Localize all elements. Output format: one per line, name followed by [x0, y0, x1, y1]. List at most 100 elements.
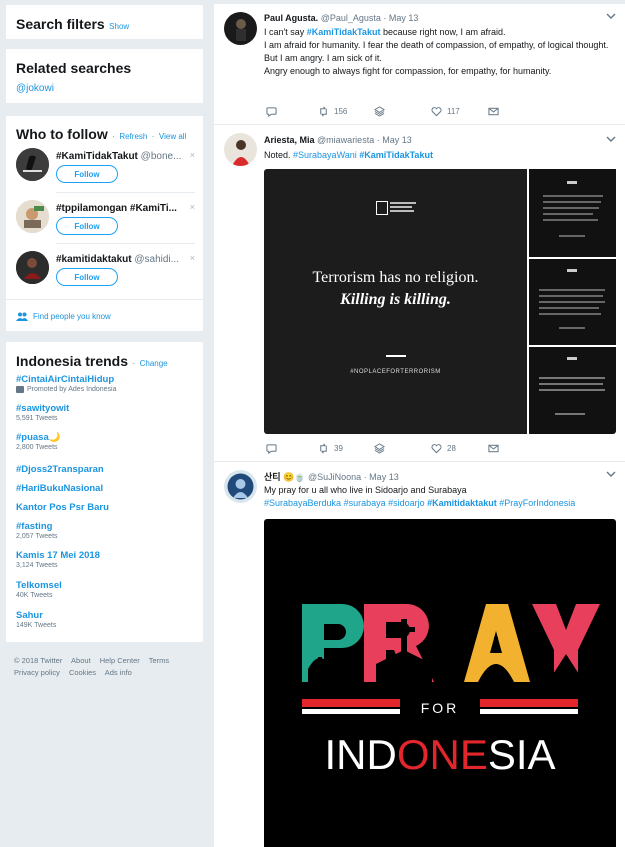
separator-dot: ·	[132, 359, 136, 368]
trend-name[interactable]: Sahur	[16, 610, 195, 621]
hashtag-link[interactable]: #KamiTidakTakut	[359, 150, 433, 160]
retweet-button[interactable]: 39	[318, 443, 343, 454]
hashtag-link[interactable]: #SurabayaBerduka	[264, 498, 341, 508]
trend-name[interactable]: Telkomsel	[16, 580, 195, 591]
trend-name[interactable]: #CintaiAirCintaiHidup	[16, 374, 195, 385]
media-thumb[interactable]	[529, 347, 616, 434]
chevron-down-icon[interactable]	[606, 134, 616, 145]
media-thumb[interactable]	[529, 169, 616, 257]
tweet-count: 5,591 Tweets	[16, 415, 58, 422]
stack-icon[interactable]	[374, 443, 385, 454]
retweet-button[interactable]: 156	[318, 106, 347, 117]
trend-name[interactable]: #puasa🌙	[16, 432, 195, 443]
avatar[interactable]	[16, 251, 49, 284]
like-button[interactable]: 28	[431, 443, 456, 454]
follow-button[interactable]: Follow	[56, 217, 118, 235]
footer-link-about[interactable]: About	[71, 656, 91, 665]
avatar[interactable]	[224, 133, 257, 166]
trend-item[interactable]: #CintaiAirCintaiHidup Promoted by Ades I…	[16, 374, 195, 393]
dismiss-icon[interactable]: ×	[190, 150, 195, 160]
reply-icon[interactable]	[266, 106, 277, 117]
message-icon[interactable]	[488, 443, 499, 454]
trend-item[interactable]: #fasting 2,057 Tweets	[16, 521, 195, 540]
trend-item[interactable]: #HariBukuNasional	[16, 483, 195, 494]
who-to-follow-title: Who to follow	[16, 126, 108, 142]
tweet-date[interactable]: · May 13	[383, 13, 418, 23]
trend-item[interactable]: Telkomsel 40K Tweets	[16, 580, 195, 599]
hashtag-link[interactable]: #Kamitidaktakut	[427, 498, 497, 508]
hashtag-link[interactable]: #KamiTidakTakut	[307, 27, 381, 37]
avatar[interactable]	[16, 148, 49, 181]
tweet-date[interactable]: · May 13	[377, 135, 412, 145]
media-thumb[interactable]	[529, 259, 616, 345]
suggested-user-name[interactable]: #KamiTidakTakut @bone...	[56, 151, 182, 162]
trend-name[interactable]: #Djoss2Transparan	[16, 464, 195, 475]
trend-item[interactable]: #Djoss2Transparan	[16, 464, 195, 475]
suggested-user-name[interactable]: #kamitidaktakut @sahidi...	[56, 254, 182, 265]
suggested-user-name[interactable]: #tppilamongan #KamiTi...	[56, 203, 182, 214]
view-all-link[interactable]: View all	[159, 132, 186, 141]
author-handle[interactable]: @miawariesta	[317, 135, 374, 145]
trend-item[interactable]: #puasa🌙 2,800 Tweets	[16, 432, 195, 451]
change-trends-link[interactable]: Change	[140, 359, 168, 368]
text-placeholder	[539, 377, 605, 379]
tweet-count: 40K Tweets	[16, 592, 53, 599]
trend-item[interactable]: Kamis 17 Mei 2018 3,124 Tweets	[16, 550, 195, 569]
author-name[interactable]: 산티 😊🍵	[264, 472, 305, 482]
trend-name[interactable]: Kamis 17 Mei 2018	[16, 550, 195, 561]
author-handle[interactable]: @SuJiNoona	[308, 472, 361, 482]
author-name[interactable]: Ariesta, Mia	[264, 135, 315, 145]
related-search-link[interactable]: @jokowi	[16, 83, 54, 94]
hashtag-link[interactable]: #PrayForIndonesia	[499, 498, 575, 508]
trend-name[interactable]: #sawityowit	[16, 403, 195, 414]
trend-name[interactable]: Kantor Pos Psr Baru	[16, 502, 195, 513]
dismiss-icon[interactable]: ×	[190, 253, 195, 263]
trend-item[interactable]: Sahur 149K Tweets	[16, 610, 195, 629]
avatar[interactable]	[224, 12, 257, 45]
footer-link-terms[interactable]: Terms	[149, 656, 169, 665]
refresh-link[interactable]: Refresh	[119, 132, 147, 141]
author-name[interactable]: Paul Agusta.	[264, 13, 318, 23]
text-placeholder	[543, 219, 598, 221]
tweet[interactable]: 산티 😊🍵 @SuJiNoona · May 13 My pray for u …	[214, 462, 625, 847]
find-people-link[interactable]: Find people you know	[16, 312, 111, 321]
footer-link-ads[interactable]: Ads info	[105, 668, 132, 677]
author-handle[interactable]: @Paul_Agusta	[321, 13, 381, 23]
tweet[interactable]: Ariesta, Mia @miawariesta · May 13 Noted…	[214, 125, 625, 462]
hashtag-link[interactable]: #SurabayaWani	[293, 150, 357, 160]
trend-item[interactable]: Kantor Pos Psr Baru	[16, 502, 195, 513]
trend-name[interactable]: #fasting	[16, 521, 195, 532]
pray-poster: FOR INDONESIA	[302, 604, 600, 778]
poster-indonesia: INDONESIA	[324, 731, 555, 778]
suggested-user[interactable]: #KamiTidakTakut @bone... Follow ×	[16, 148, 195, 198]
divider	[56, 243, 195, 244]
message-icon[interactable]	[488, 106, 499, 117]
avatar[interactable]	[16, 200, 49, 233]
logo-mark	[376, 199, 416, 217]
dismiss-icon[interactable]: ×	[190, 202, 195, 212]
avatar[interactable]	[224, 470, 257, 503]
tweet-media[interactable]: FOR INDONESIA	[264, 519, 616, 847]
follow-button[interactable]: Follow	[56, 165, 118, 183]
suggested-user[interactable]: #kamitidaktakut @sahidi... Follow ×	[16, 251, 195, 301]
reply-icon[interactable]	[266, 443, 277, 454]
tweet-date[interactable]: · May 13	[364, 472, 399, 482]
tweet[interactable]: Paul Agusta. @Paul_Agusta · May 13 I can…	[214, 4, 625, 125]
trend-item[interactable]: #sawityowit 5,591 Tweets	[16, 403, 195, 422]
chevron-down-icon[interactable]	[606, 469, 616, 480]
chevron-down-icon[interactable]	[606, 11, 616, 22]
media-main-image[interactable]: Terrorism has no religion. Killing is ki…	[264, 169, 527, 434]
text-placeholder	[539, 389, 605, 391]
hashtag-link[interactable]: #surabaya	[344, 498, 386, 508]
footer-link-help[interactable]: Help Center	[100, 656, 140, 665]
trend-name[interactable]: #HariBukuNasional	[16, 483, 195, 494]
tweet-media[interactable]: Terrorism has no religion. Killing is ki…	[264, 169, 616, 434]
tweet-actions: 156 117	[266, 106, 566, 120]
footer-link-cookies[interactable]: Cookies	[69, 668, 96, 677]
show-filters-link[interactable]: Show	[109, 22, 129, 31]
hashtag-link[interactable]: #sidoarjo	[388, 498, 425, 508]
follow-button[interactable]: Follow	[56, 268, 118, 286]
stack-icon[interactable]	[374, 106, 385, 117]
footer-link-privacy[interactable]: Privacy policy	[14, 668, 60, 677]
like-button[interactable]: 117	[431, 106, 460, 117]
